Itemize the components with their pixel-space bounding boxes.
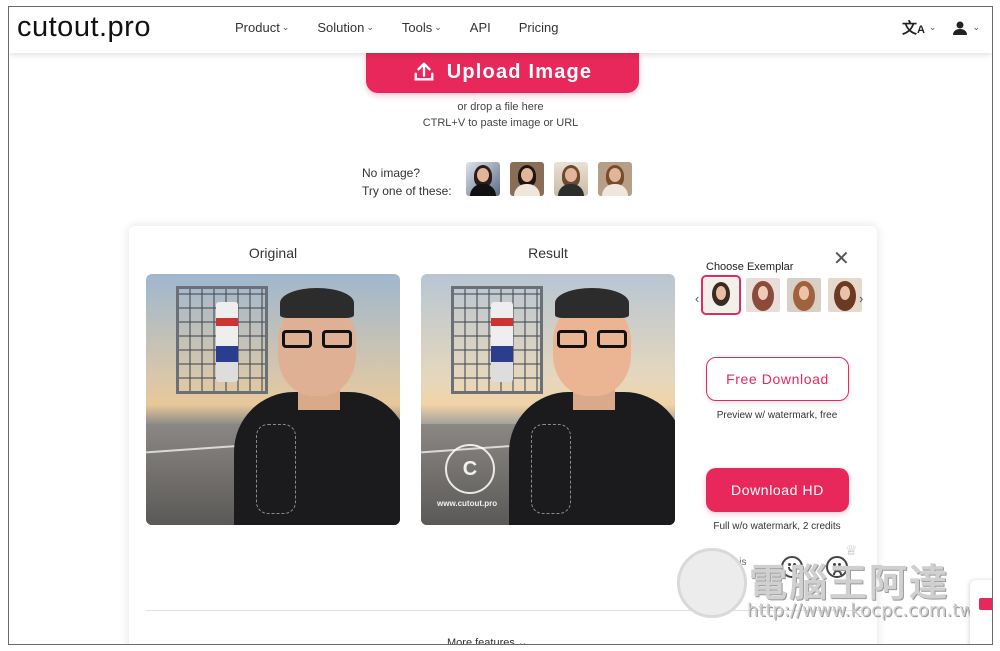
nav-solution[interactable]: Solution ⌄ [317, 20, 374, 35]
chevron-down-icon: ⌄ [281, 22, 290, 32]
gift-icon [979, 598, 992, 610]
watermark-logo: C [445, 444, 495, 494]
nav-api-label: API [469, 20, 491, 35]
free-download-note: Preview w/ watermark, free [716, 410, 838, 421]
chevron-down-icon: ⌄ [517, 637, 528, 645]
result-label: Result [528, 245, 568, 261]
kocpc-site-name: 電腦王阿達 [749, 563, 950, 605]
nav-api[interactable]: API [470, 20, 491, 35]
nav-pricing[interactable]: Pricing [519, 20, 559, 35]
kocpc-watermark: ♕ 電腦王阿達 http://www.kocpc.com.tw [677, 542, 977, 622]
sample-prompt-line2: Try one of these: [362, 184, 452, 198]
main-nav: Product ⌄ Solution ⌄ Tools ⌄ API Pricing [235, 20, 587, 35]
translate-icon: 文A [901, 20, 925, 37]
sample-prompt: No image? Try one of these: [362, 164, 452, 200]
close-icon[interactable]: ✕ [833, 249, 850, 269]
chevron-down-icon: ⌄ [434, 22, 442, 32]
side-promo-tab[interactable] [970, 580, 992, 644]
download-hd-note: Full w/o watermark, 2 credits [713, 521, 841, 532]
original-image [146, 274, 400, 525]
chevron-down-icon: ⌄ [928, 22, 937, 32]
kocpc-site-url: http://www.kocpc.com.tw [747, 600, 975, 621]
watermark-text: www.cutout.pro [437, 499, 498, 508]
nav-tools-label: Tools [401, 20, 433, 35]
nav-product[interactable]: Product ⌄ [235, 20, 289, 35]
drop-file-hint: or drop a file here [457, 101, 544, 113]
upload-icon [414, 62, 434, 81]
upload-image-button[interactable]: Upload Image [366, 51, 639, 93]
mascot-logo [677, 548, 747, 618]
nav-product-label: Product [235, 20, 280, 35]
more-features-label: More features [447, 637, 515, 645]
sample-image-4[interactable] [598, 162, 632, 196]
user-icon [953, 21, 968, 35]
exemplar-4[interactable] [828, 278, 862, 312]
download-hd-button[interactable]: Download HD [706, 468, 849, 512]
site-logo[interactable]: cutout.pro [17, 11, 151, 44]
sample-image-2[interactable] [510, 162, 544, 196]
more-features-link[interactable]: More features ⌄ [447, 636, 528, 645]
header-actions: 文A ⌄ ⌄ [902, 17, 980, 38]
paste-hint: CTRL+V to paste image or URL [422, 117, 579, 129]
sample-image-1[interactable] [466, 162, 500, 196]
nav-solution-label: Solution [317, 20, 365, 35]
upload-button-label: Upload Image [446, 60, 593, 83]
exemplar-1[interactable] [701, 275, 741, 315]
chevron-right-icon[interactable]: › [859, 291, 863, 306]
language-switcher[interactable]: 文A ⌄ [902, 17, 937, 38]
original-label: Original [248, 245, 298, 261]
result-image: C www.cutout.pro [421, 274, 675, 525]
exemplar-2[interactable] [746, 278, 780, 312]
nav-tools[interactable]: Tools ⌄ [402, 20, 442, 35]
top-navigation-bar: cutout.pro Product ⌄ Solution ⌄ Tools ⌄ API… [9, 7, 992, 53]
sample-image-3[interactable] [554, 162, 588, 196]
browser-viewport: cutout.pro Product ⌄ Solution ⌄ Tools ⌄ API… [8, 6, 993, 645]
user-menu[interactable]: ⌄ [952, 20, 980, 36]
exemplar-3[interactable] [787, 278, 821, 312]
chevron-left-icon[interactable]: ‹ [695, 291, 699, 306]
sample-prompt-line1: No image? [362, 166, 421, 180]
free-download-button[interactable]: Free Download [706, 357, 849, 401]
exemplar-title: Choose Exemplar [706, 261, 794, 273]
chevron-down-icon: ⌄ [972, 22, 980, 32]
chevron-down-icon: ⌄ [366, 22, 374, 32]
nav-pricing-label: Pricing [518, 20, 559, 35]
